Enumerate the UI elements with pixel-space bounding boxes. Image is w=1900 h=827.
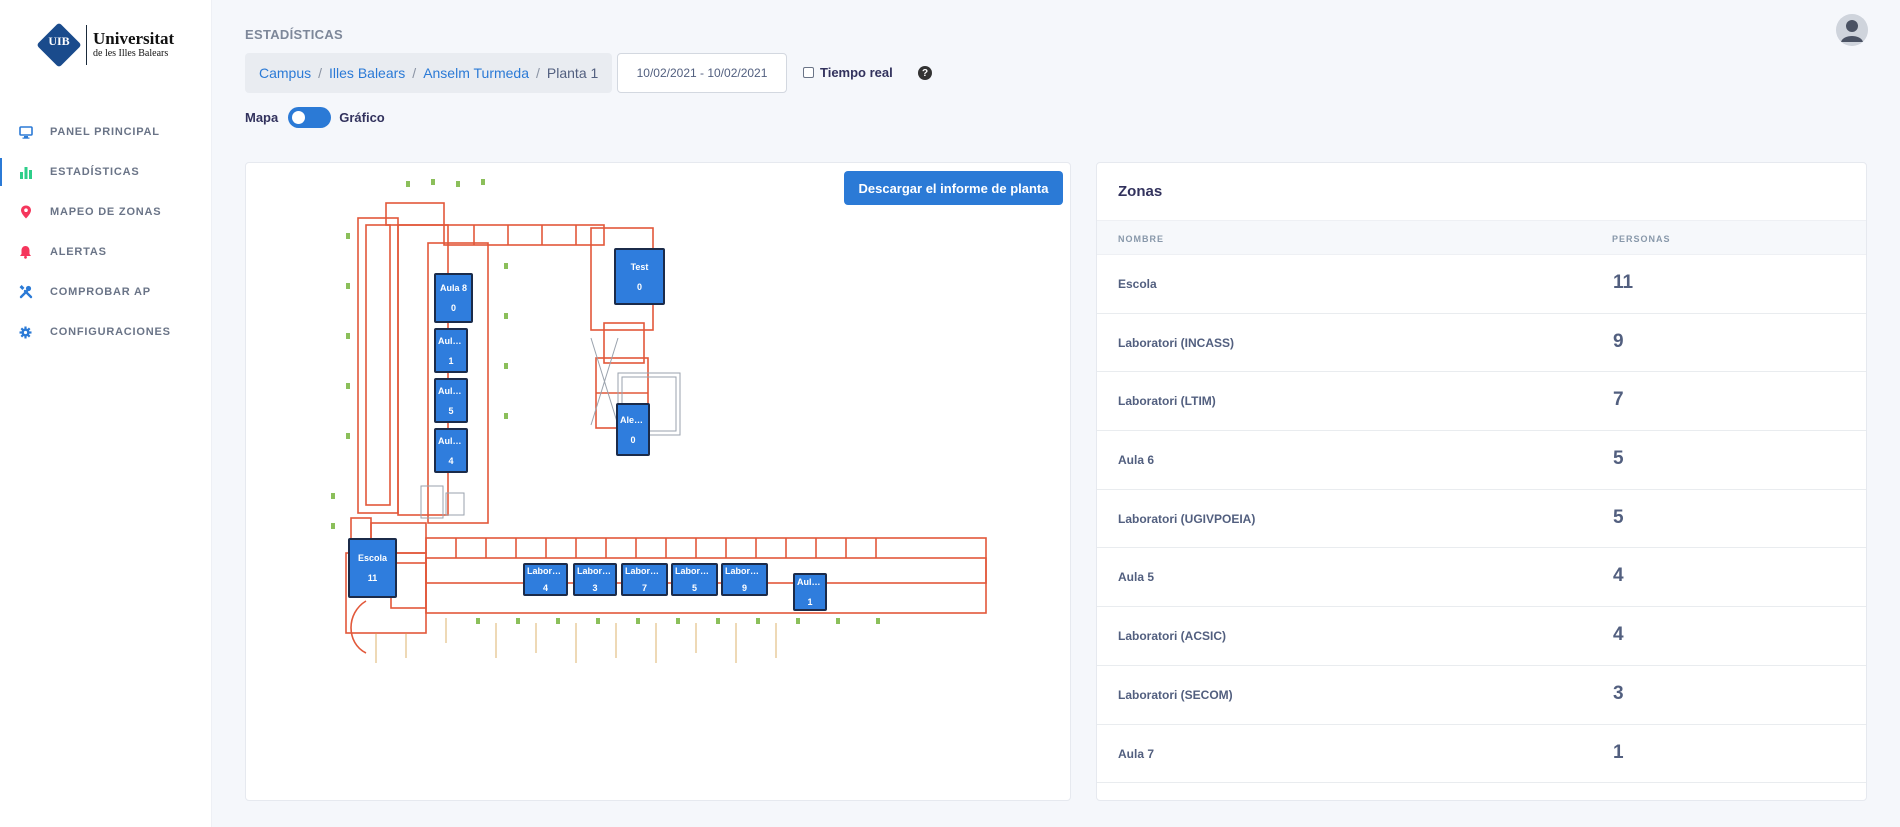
zone-people-count: 9 xyxy=(1613,330,1624,352)
table-row[interactable]: Aula 6 5 xyxy=(1097,431,1866,490)
zone-name: Aula 5 xyxy=(1118,570,1155,585)
zone-people-count: 4 xyxy=(1613,565,1624,587)
page-title: ESTADÍSTICAS xyxy=(245,27,343,42)
zone-name: Laboratori (SECOM) xyxy=(1118,687,1233,702)
map-zone-laboratori-1[interactable]: Laborator... 4 xyxy=(523,563,568,596)
sidebar-item-label: MAPEO DE ZONAS xyxy=(50,206,162,218)
breadcrumb-illes-balears[interactable]: Illes Balears xyxy=(329,65,405,81)
table-row[interactable]: Laboratori (ACSIC) 4 xyxy=(1097,607,1866,666)
zones-table-header: NOMBRE PERSONAS xyxy=(1097,220,1866,255)
table-row[interactable]: Laboratori (SECOM) 3 xyxy=(1097,666,1866,725)
toggle-label-chart: Gráfico xyxy=(339,110,385,125)
sidebar-item-alertas[interactable]: ALERTAS xyxy=(0,232,212,272)
zone-people-count: 11 xyxy=(1613,272,1634,293)
toggle-label-map: Mapa xyxy=(245,110,279,125)
floor-map-card: Descargar el informe de planta Test 0 Au… xyxy=(245,162,1071,801)
sidebar-item-configuraciones[interactable]: CONFIGURACIONES xyxy=(0,312,212,352)
map-zone-aula-8[interactable]: Aula 8 0 xyxy=(434,273,473,323)
zones-card: Zonas NOMBRE PERSONAS Escola 11 Laborato… xyxy=(1096,162,1867,801)
map-zone-escola[interactable]: Escola 11 xyxy=(348,538,397,598)
gear-icon xyxy=(18,325,33,340)
column-header-people[interactable]: PERSONAS xyxy=(1612,234,1671,244)
realtime-toggle[interactable]: Tiempo real xyxy=(803,65,893,80)
zone-people-count: 4 xyxy=(1613,624,1624,646)
zone-name: Laboratori (LTIM) xyxy=(1118,394,1216,409)
zones-table-body: Escola 11 Laboratori (INCASS) 9 Laborato… xyxy=(1097,255,1866,784)
zone-name: Laboratori (UGIVPOEIA) xyxy=(1118,511,1256,526)
breadcrumb: Campus / Illes Balears / Anselm Turmeda … xyxy=(245,53,613,93)
zone-name: Aula 7 xyxy=(1118,746,1155,761)
table-row[interactable]: Laboratori (UGIVPOEIA) 5 xyxy=(1097,490,1866,549)
realtime-label: Tiempo real xyxy=(820,65,893,80)
user-icon xyxy=(1836,14,1868,46)
map-zone-alerts[interactable]: Alerts ... 0 xyxy=(616,403,650,456)
map-zone-aula-5[interactable]: Aula 5 4 xyxy=(434,428,468,473)
table-row[interactable]: Aula 7 1 xyxy=(1097,725,1866,784)
zone-name: Escola xyxy=(1118,277,1157,291)
table-row[interactable]: Escola 11 xyxy=(1097,255,1866,314)
breadcrumb-separator: / xyxy=(412,65,417,81)
realtime-checkbox[interactable] xyxy=(803,67,814,78)
zone-name: Laboratori (INCASS) xyxy=(1118,335,1235,350)
zone-name: Aula 6 xyxy=(1118,453,1155,468)
logo-name: Universitat xyxy=(93,29,175,48)
zone-people-count: 5 xyxy=(1613,448,1624,470)
table-row[interactable]: Laboratori (LTIM) 7 xyxy=(1097,372,1866,432)
table-row[interactable]: Laboratori (INCASS) 9 xyxy=(1097,314,1866,373)
column-header-name[interactable]: NOMBRE xyxy=(1118,234,1164,244)
zone-people-count: 3 xyxy=(1613,682,1624,704)
breadcrumb-separator: / xyxy=(536,65,540,81)
uib-logo[interactable]: UIB Universitat de les Illes Balears xyxy=(36,22,174,68)
sidebar-item-mapeo-de-zonas[interactable]: MAPEO DE ZONAS xyxy=(0,192,212,232)
zones-title: Zonas xyxy=(1118,183,1163,200)
breadcrumb-campus[interactable]: Campus xyxy=(259,65,311,81)
sidebar-item-label: CONFIGURACIONES xyxy=(50,326,171,338)
map-zone-laboratori-4[interactable]: Laboratori... 5 xyxy=(671,563,718,596)
map-zone-aula-6[interactable]: Aula 6 5 xyxy=(434,378,468,423)
table-row[interactable]: Aula 5 4 xyxy=(1097,548,1866,608)
zone-people-count: 5 xyxy=(1613,506,1624,528)
zone-people-count: 1 xyxy=(1613,741,1624,763)
view-toggle-row: Mapa Gráfico xyxy=(245,107,385,128)
sidebar-item-panel-principal[interactable]: PANEL PRINCIPAL xyxy=(0,112,212,152)
zone-people-count: 7 xyxy=(1613,389,1624,411)
bell-icon xyxy=(18,245,33,260)
sidebar: UIB Universitat de les Illes Balears PAN… xyxy=(0,0,212,827)
map-zone-laboratori-5[interactable]: Laboratori... 9 xyxy=(721,563,768,596)
sidebar-item-label: ALERTAS xyxy=(50,246,107,258)
sidebar-item-label: COMPROBAR AP xyxy=(50,286,151,298)
sidebar-item-comprobar-ap[interactable]: COMPROBAR AP xyxy=(0,272,212,312)
logo-subtitle: de les Illes Balears xyxy=(93,48,169,59)
help-icon[interactable]: ? xyxy=(918,66,932,80)
sidebar-item-estadisticas[interactable]: ESTADÍSTICAS xyxy=(0,152,212,192)
breadcrumb-current: Planta 1 xyxy=(546,65,599,81)
download-report-button[interactable]: Descargar el informe de planta xyxy=(844,171,1063,205)
monitor-icon xyxy=(18,125,33,140)
user-avatar[interactable] xyxy=(1836,14,1868,46)
map-zone-aula-7[interactable]: Aula 7 1 xyxy=(434,328,468,373)
map-zone-laboratori-3[interactable]: Laboratori... 7 xyxy=(621,563,668,596)
map-pin-icon xyxy=(18,205,33,220)
map-zone-aula-10[interactable]: Aula 10 1 xyxy=(793,573,827,611)
uib-logo-mark: UIB xyxy=(36,22,82,68)
bar-chart-icon xyxy=(18,165,33,180)
map-zone-laboratori-2[interactable]: Laborato... 3 xyxy=(573,563,617,596)
map-zone-test[interactable]: Test 0 xyxy=(614,248,665,305)
zone-name: Laboratori (ACSIC) xyxy=(1118,629,1226,644)
sidebar-item-label: PANEL PRINCIPAL xyxy=(50,126,160,138)
breadcrumb-separator: / xyxy=(318,65,323,81)
sidebar-item-label: ESTADÍSTICAS xyxy=(50,166,140,178)
date-range-picker[interactable]: 10/02/2021 - 10/02/2021 xyxy=(617,53,787,93)
view-switch[interactable] xyxy=(288,107,332,128)
sidebar-nav: PANEL PRINCIPAL ESTADÍSTICAS MAPEO DE ZO… xyxy=(0,112,212,352)
breadcrumb-anselm-turmeda[interactable]: Anselm Turmeda xyxy=(423,65,529,81)
tools-icon xyxy=(18,285,33,300)
